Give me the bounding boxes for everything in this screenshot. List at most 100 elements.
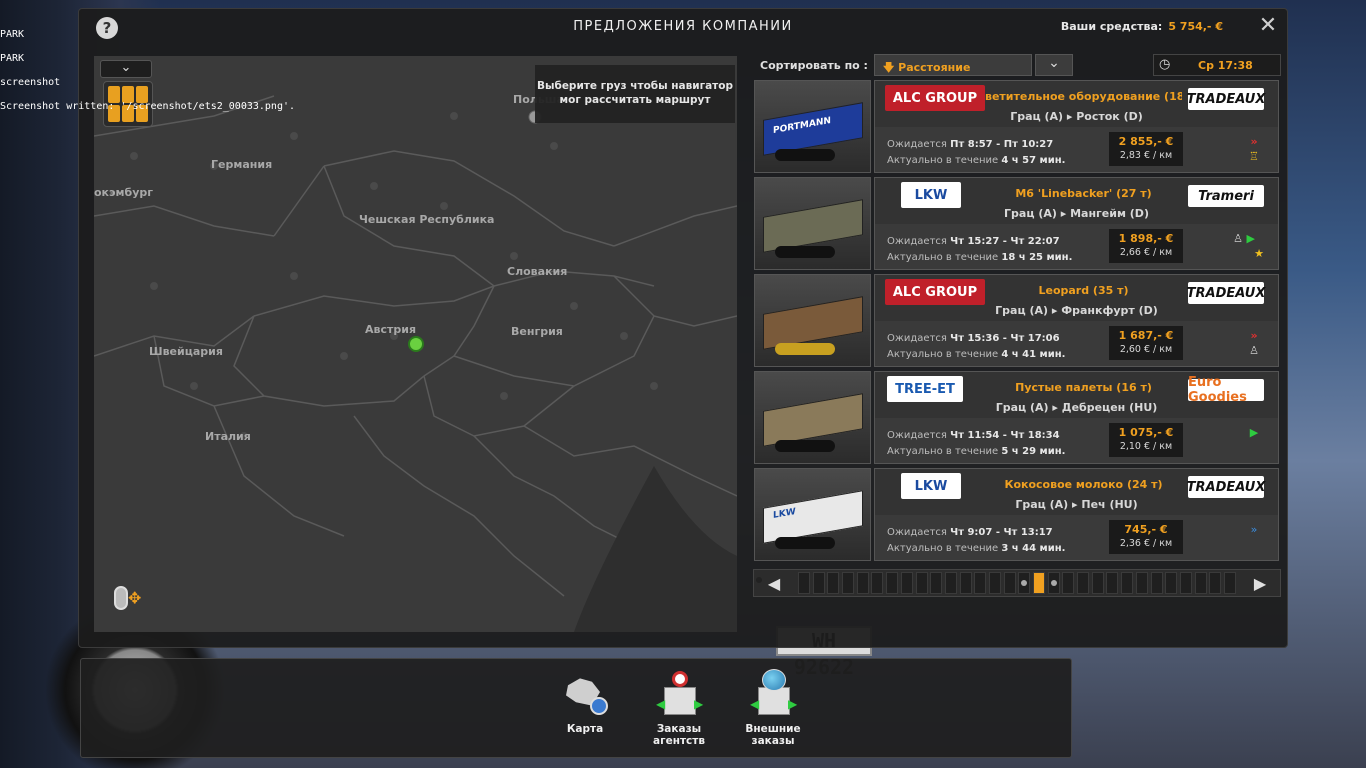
offer-valid: Актуально в течение 5 ч 29 мин.	[887, 446, 1066, 457]
pager-segment[interactable]	[886, 572, 899, 594]
bottom-nav-bar: Карта ◀ ▶ Заказы агентств ◀ ▶ Внешние за…	[80, 658, 1072, 758]
offer-per-km: 2,10 € / км	[1119, 441, 1173, 452]
move-arrows-icon: ✥	[128, 588, 142, 608]
sort-select[interactable]: 🡇 Расстояние	[874, 54, 1032, 76]
pager-segment-active[interactable]	[1033, 572, 1045, 594]
route-map[interactable]: Польша Германия Чешская Республика окэмб…	[94, 56, 737, 632]
pager-segment[interactable]	[871, 572, 884, 594]
map-icon	[560, 669, 610, 719]
offer-price-box: 1 687,- € 2,60 € / км	[1109, 326, 1183, 360]
offer-per-km: 2,36 € / км	[1119, 538, 1173, 549]
nav-external-button[interactable]: ◀ ▶ Внешние заказы	[733, 669, 813, 747]
offer-row[interactable]: PORTMANN ALC GROUP ветительное оборудова…	[753, 78, 1281, 175]
pager-segment[interactable]	[798, 572, 810, 594]
offer-price: 1 898,- €	[1118, 232, 1174, 245]
navigator-hint: Выберите груз чтобы навигатор мог рассчи…	[535, 65, 735, 123]
offer-icons: ▶	[1244, 425, 1264, 440]
nav-agency-button[interactable]: ◀ ▶ Заказы агентств	[639, 669, 719, 747]
pager-segment[interactable]	[1150, 572, 1163, 594]
pager-segment[interactable]	[900, 572, 913, 594]
map-label-hungary: Венгрия	[511, 325, 563, 338]
pager-segment[interactable]	[1091, 572, 1104, 594]
offer-info: ALC GROUP ветительное оборудование (18 т…	[874, 80, 1279, 173]
offer-info: TREE-ET Пустые палеты (16 т) Euro Goodie…	[874, 371, 1279, 464]
pager-segment[interactable]	[915, 572, 928, 594]
offer-valid: Актуально в течение 4 ч 57 мин.	[887, 155, 1066, 166]
fragile-icon: ♙	[1233, 232, 1243, 245]
offer-expected: Ожидается Чт 15:27 - Чт 22:07	[887, 236, 1060, 247]
sort-arrow-icon: 🡇	[883, 61, 899, 74]
offer-row[interactable]: ALC GROUP Leopard (35 т) TRADEAUX Грац (…	[753, 272, 1281, 369]
debug-console: PARK PARK screenshot Screenshot written:…	[0, 15, 295, 119]
offer-valid: Актуально в течение 3 ч 44 мин.	[887, 543, 1066, 554]
clock-icon: ◷	[1159, 57, 1171, 72]
map-label-switzerland: Швейцария	[149, 345, 223, 358]
pager-segments	[794, 572, 1240, 594]
star-icon: ★	[1254, 247, 1264, 260]
pager-segment[interactable]	[1194, 572, 1207, 594]
sort-dropdown-button[interactable]: ⌄	[1035, 54, 1073, 76]
offer-expected: Ожидается Чт 11:54 - Чт 18:34	[887, 430, 1060, 441]
pager-next-button[interactable]: ▶	[1240, 574, 1280, 593]
company-logo-right: Trameri	[1188, 185, 1264, 207]
clock-time: Ср 17:38	[1198, 59, 1253, 72]
funds-display: Ваши средства: 5 754,- €	[1061, 20, 1223, 33]
pager-segment[interactable]	[812, 572, 825, 594]
offer-info: LKW M6 'Linebacker' (27 т) Trameri Грац …	[874, 177, 1279, 270]
offer-info: ALC GROUP Leopard (35 т) TRADEAUX Грац (…	[874, 274, 1279, 367]
offer-expected: Ожидается Пт 8:57 - Пт 10:27	[887, 139, 1054, 150]
fragile-icon: ♙	[1249, 344, 1259, 357]
agency-orders-icon: ◀ ▶	[654, 669, 704, 719]
offer-cargo: Leopard (35 т)	[1038, 284, 1129, 297]
mouse-pan-hint: ✥	[114, 586, 154, 616]
nav-agency-label-1: Заказы	[656, 723, 702, 735]
pager-segment[interactable]	[1062, 572, 1075, 594]
pager-segment[interactable]	[1047, 572, 1060, 594]
pager-segment[interactable]	[1179, 572, 1192, 594]
pager-segment[interactable]	[827, 572, 840, 594]
pager-segment[interactable]	[1018, 572, 1031, 594]
nav-map-label: Карта	[566, 723, 604, 735]
pager-segment[interactable]	[1121, 572, 1134, 594]
offers-list: PORTMANN ALC GROUP ветительное оборудова…	[753, 78, 1281, 563]
offer-icons: » ♖	[1244, 134, 1264, 164]
offer-price: 1 687,- €	[1118, 329, 1174, 342]
offer-price: 745,- €	[1124, 523, 1168, 536]
trailer-image	[754, 371, 871, 464]
offer-expected: Ожидается Чт 15:36 - Чт 17:06	[887, 333, 1060, 344]
pager-segment[interactable]	[959, 572, 972, 594]
offer-price-box: 745,- € 2,36 € / км	[1109, 520, 1183, 554]
offers-pager: ◀ ▶	[753, 569, 1281, 597]
pager-segment[interactable]	[988, 572, 1001, 594]
offer-cargo: Кокосовое молоко (24 т)	[1004, 478, 1163, 491]
pager-segment[interactable]	[1165, 572, 1178, 594]
console-line: Screenshot written: '/screenshot/ets2_00…	[0, 101, 296, 112]
player-location-icon	[408, 336, 424, 352]
pager-segment[interactable]	[1106, 572, 1119, 594]
pager-segment[interactable]	[842, 572, 855, 594]
offer-route: Грац (A) ▸ Франкфурт (D)	[995, 304, 1158, 317]
offer-icons: » ♙	[1244, 328, 1264, 358]
pager-segment[interactable]	[1209, 572, 1222, 594]
pager-segment[interactable]	[1223, 572, 1236, 594]
pager-segment[interactable]	[974, 572, 987, 594]
pager-segment[interactable]	[1135, 572, 1148, 594]
offer-row[interactable]: TREE-ET Пустые палеты (16 т) Euro Goodie…	[753, 369, 1281, 466]
close-button[interactable]: ✕	[1257, 15, 1279, 37]
pager-segment[interactable]	[856, 572, 869, 594]
company-logo-right: Euro Goodies	[1188, 375, 1264, 405]
offer-per-km: 2,83 € / км	[1119, 150, 1173, 161]
offer-route: Грац (A) ▸ Мангейм (D)	[1004, 207, 1149, 220]
map-label-germany: Германия	[211, 158, 273, 171]
nav-map-button[interactable]: Карта	[545, 669, 625, 735]
offer-row[interactable]: LKW LKW Кокосовое молоко (24 т) TRADEAUX…	[753, 466, 1281, 563]
pager-segment[interactable]	[944, 572, 957, 594]
map-label-austria: Австрия	[365, 323, 417, 336]
offer-row[interactable]: LKW M6 'Linebacker' (27 т) Trameri Грац …	[753, 175, 1281, 272]
pager-segment[interactable]	[1003, 572, 1016, 594]
pager-segment[interactable]	[1077, 572, 1090, 594]
mouse-icon	[114, 586, 128, 610]
offer-price: 1 075,- €	[1118, 426, 1174, 439]
pager-segment[interactable]	[930, 572, 943, 594]
nav-agency-label-2: агентств	[653, 735, 705, 747]
